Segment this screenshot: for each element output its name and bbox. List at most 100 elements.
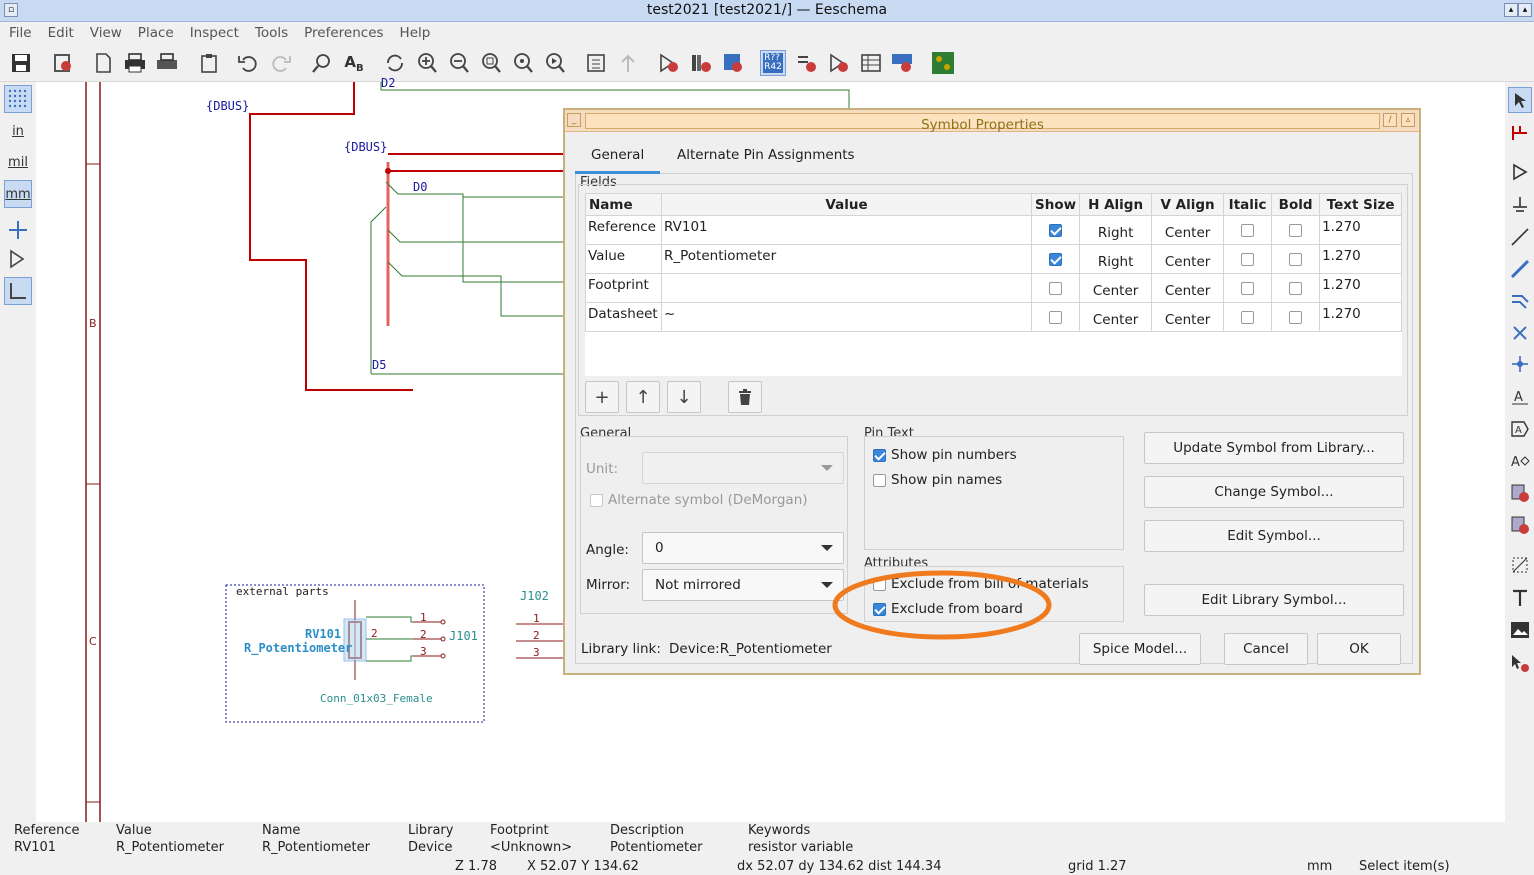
find-replace-icon[interactable]: AB xyxy=(341,50,367,76)
field-text-size[interactable]: 1.270 xyxy=(1319,273,1403,303)
show-pin-names-checkbox[interactable]: Show pin names xyxy=(873,472,1002,488)
units-inches-button[interactable]: in xyxy=(4,117,32,145)
field-bold[interactable] xyxy=(1271,215,1321,245)
line-mode-icon[interactable] xyxy=(4,277,32,305)
field-row[interactable]: Value R_Potentiometer Right Center 1.270 xyxy=(585,244,1403,274)
field-text-size[interactable]: 1.270 xyxy=(1319,302,1403,332)
zoom-in-icon[interactable] xyxy=(414,50,440,76)
ok-button[interactable]: OK xyxy=(1317,633,1401,665)
add-symbol-icon[interactable] xyxy=(1508,159,1532,185)
add-field-button[interactable]: + xyxy=(585,381,619,413)
field-italic[interactable] xyxy=(1223,273,1273,303)
field-halign[interactable]: Right xyxy=(1079,244,1153,274)
add-bus-icon[interactable] xyxy=(1508,256,1532,282)
italic-checkbox[interactable] xyxy=(1241,281,1255,295)
undo-icon[interactable] xyxy=(235,50,261,76)
annotate-icon[interactable] xyxy=(720,50,746,76)
paste-icon[interactable] xyxy=(196,50,222,76)
add-bus-entry-icon[interactable] xyxy=(1508,287,1532,313)
col-halign[interactable]: H Align xyxy=(1079,193,1153,216)
print-icon[interactable] xyxy=(122,50,148,76)
field-text-size[interactable]: 1.270 xyxy=(1319,215,1403,245)
add-sheet-icon[interactable] xyxy=(1508,480,1532,506)
erc-icon[interactable] xyxy=(794,50,820,76)
update-symbol-button[interactable]: Update Symbol from Library... xyxy=(1144,432,1404,464)
grid-icon[interactable] xyxy=(4,85,32,113)
zoom-selection-icon[interactable] xyxy=(542,50,568,76)
italic-checkbox[interactable] xyxy=(1241,310,1255,324)
field-show[interactable] xyxy=(1030,215,1081,245)
menu-inspect[interactable]: Inspect xyxy=(181,22,246,41)
refresh-icon[interactable] xyxy=(382,50,408,76)
show-checkbox[interactable] xyxy=(1049,281,1063,295)
symbol-library-browser-icon[interactable] xyxy=(688,50,714,76)
field-bold[interactable] xyxy=(1271,273,1321,303)
change-symbol-button[interactable]: Change Symbol... xyxy=(1144,476,1404,508)
col-italic[interactable]: Italic xyxy=(1223,193,1273,216)
alternate-symbol-checkbox[interactable]: Alternate symbol (DeMorgan) xyxy=(590,492,808,508)
add-label-icon[interactable]: A xyxy=(1508,384,1532,410)
field-halign[interactable]: Right xyxy=(1079,215,1153,245)
show-pin-numbers-checkbox[interactable]: Show pin numbers xyxy=(873,447,1017,463)
field-bold[interactable] xyxy=(1271,302,1321,332)
field-italic[interactable] xyxy=(1223,244,1273,274)
annotate-symbols-icon[interactable]: R?? R42 xyxy=(760,50,786,76)
bold-checkbox[interactable] xyxy=(1289,281,1303,295)
cancel-button[interactable]: Cancel xyxy=(1224,633,1308,665)
field-text-size[interactable]: 1.270 xyxy=(1319,244,1403,274)
bold-checkbox[interactable] xyxy=(1289,310,1303,324)
add-image-icon[interactable] xyxy=(1508,617,1532,643)
menu-edit[interactable]: Edit xyxy=(39,22,81,41)
zoom-objects-icon[interactable] xyxy=(510,50,536,76)
col-bold[interactable]: Bold xyxy=(1271,193,1321,216)
bom-icon[interactable] xyxy=(890,50,916,76)
field-value[interactable] xyxy=(661,273,1032,303)
add-junction-icon[interactable] xyxy=(1508,351,1532,377)
menu-place[interactable]: Place xyxy=(129,22,181,41)
field-halign[interactable]: Center xyxy=(1079,302,1153,332)
menu-file[interactable]: File xyxy=(0,22,39,41)
dialog-maximize-icon[interactable]: / xyxy=(1383,113,1397,127)
units-mils-button[interactable]: mil xyxy=(4,148,32,176)
tab-general[interactable]: General xyxy=(575,138,661,174)
menu-preferences[interactable]: Preferences xyxy=(295,22,390,41)
no-connect-icon[interactable] xyxy=(1508,320,1532,346)
fields-editor-icon[interactable] xyxy=(858,50,884,76)
symbol-editor-icon[interactable] xyxy=(656,50,682,76)
add-hierarchical-label-icon[interactable]: A xyxy=(1508,448,1532,474)
delete-field-button[interactable] xyxy=(728,381,762,413)
move-up-button[interactable]: ↑ xyxy=(626,381,660,413)
plot-icon[interactable] xyxy=(154,50,180,76)
mirror-select[interactable]: Not mirrored xyxy=(642,569,844,601)
col-textsize[interactable]: Text Size xyxy=(1319,193,1403,216)
highlight-net-icon[interactable] xyxy=(1508,120,1532,146)
bold-checkbox[interactable] xyxy=(1289,252,1303,266)
add-wire-icon[interactable] xyxy=(1508,224,1532,250)
hidden-pins-icon[interactable] xyxy=(4,245,32,273)
bold-checkbox[interactable] xyxy=(1289,223,1303,237)
dialog-close-icon[interactable]: ▵ xyxy=(1401,113,1415,127)
cursor-crosshair-icon[interactable] xyxy=(4,216,32,244)
field-value[interactable]: ~ xyxy=(661,302,1032,332)
show-checkbox[interactable] xyxy=(1049,310,1063,324)
field-show[interactable] xyxy=(1030,273,1081,303)
dialog-menu-icon[interactable]: _ xyxy=(567,113,581,127)
zoom-out-icon[interactable] xyxy=(446,50,472,76)
save-icon[interactable] xyxy=(8,50,34,76)
page-settings-icon[interactable] xyxy=(90,50,116,76)
tab-alternate-pins[interactable]: Alternate Pin Assignments xyxy=(661,138,871,174)
find-icon[interactable] xyxy=(309,50,335,76)
angle-select[interactable]: 0 xyxy=(642,532,844,564)
col-value[interactable]: Value xyxy=(661,193,1032,216)
field-value[interactable]: RV101 xyxy=(661,215,1032,245)
field-valign[interactable]: Center xyxy=(1151,273,1225,303)
move-down-button[interactable]: ↓ xyxy=(667,381,701,413)
delete-item-icon[interactable] xyxy=(1508,650,1532,676)
field-value[interactable]: R_Potentiometer xyxy=(661,244,1032,274)
maximize-icon[interactable]: ▴ xyxy=(1504,3,1518,17)
field-valign[interactable]: Center xyxy=(1151,302,1225,332)
field-valign[interactable]: Center xyxy=(1151,244,1225,274)
add-graphic-line-icon[interactable] xyxy=(1508,552,1532,578)
show-checkbox[interactable] xyxy=(1049,252,1063,266)
col-show[interactable]: Show xyxy=(1030,193,1081,216)
